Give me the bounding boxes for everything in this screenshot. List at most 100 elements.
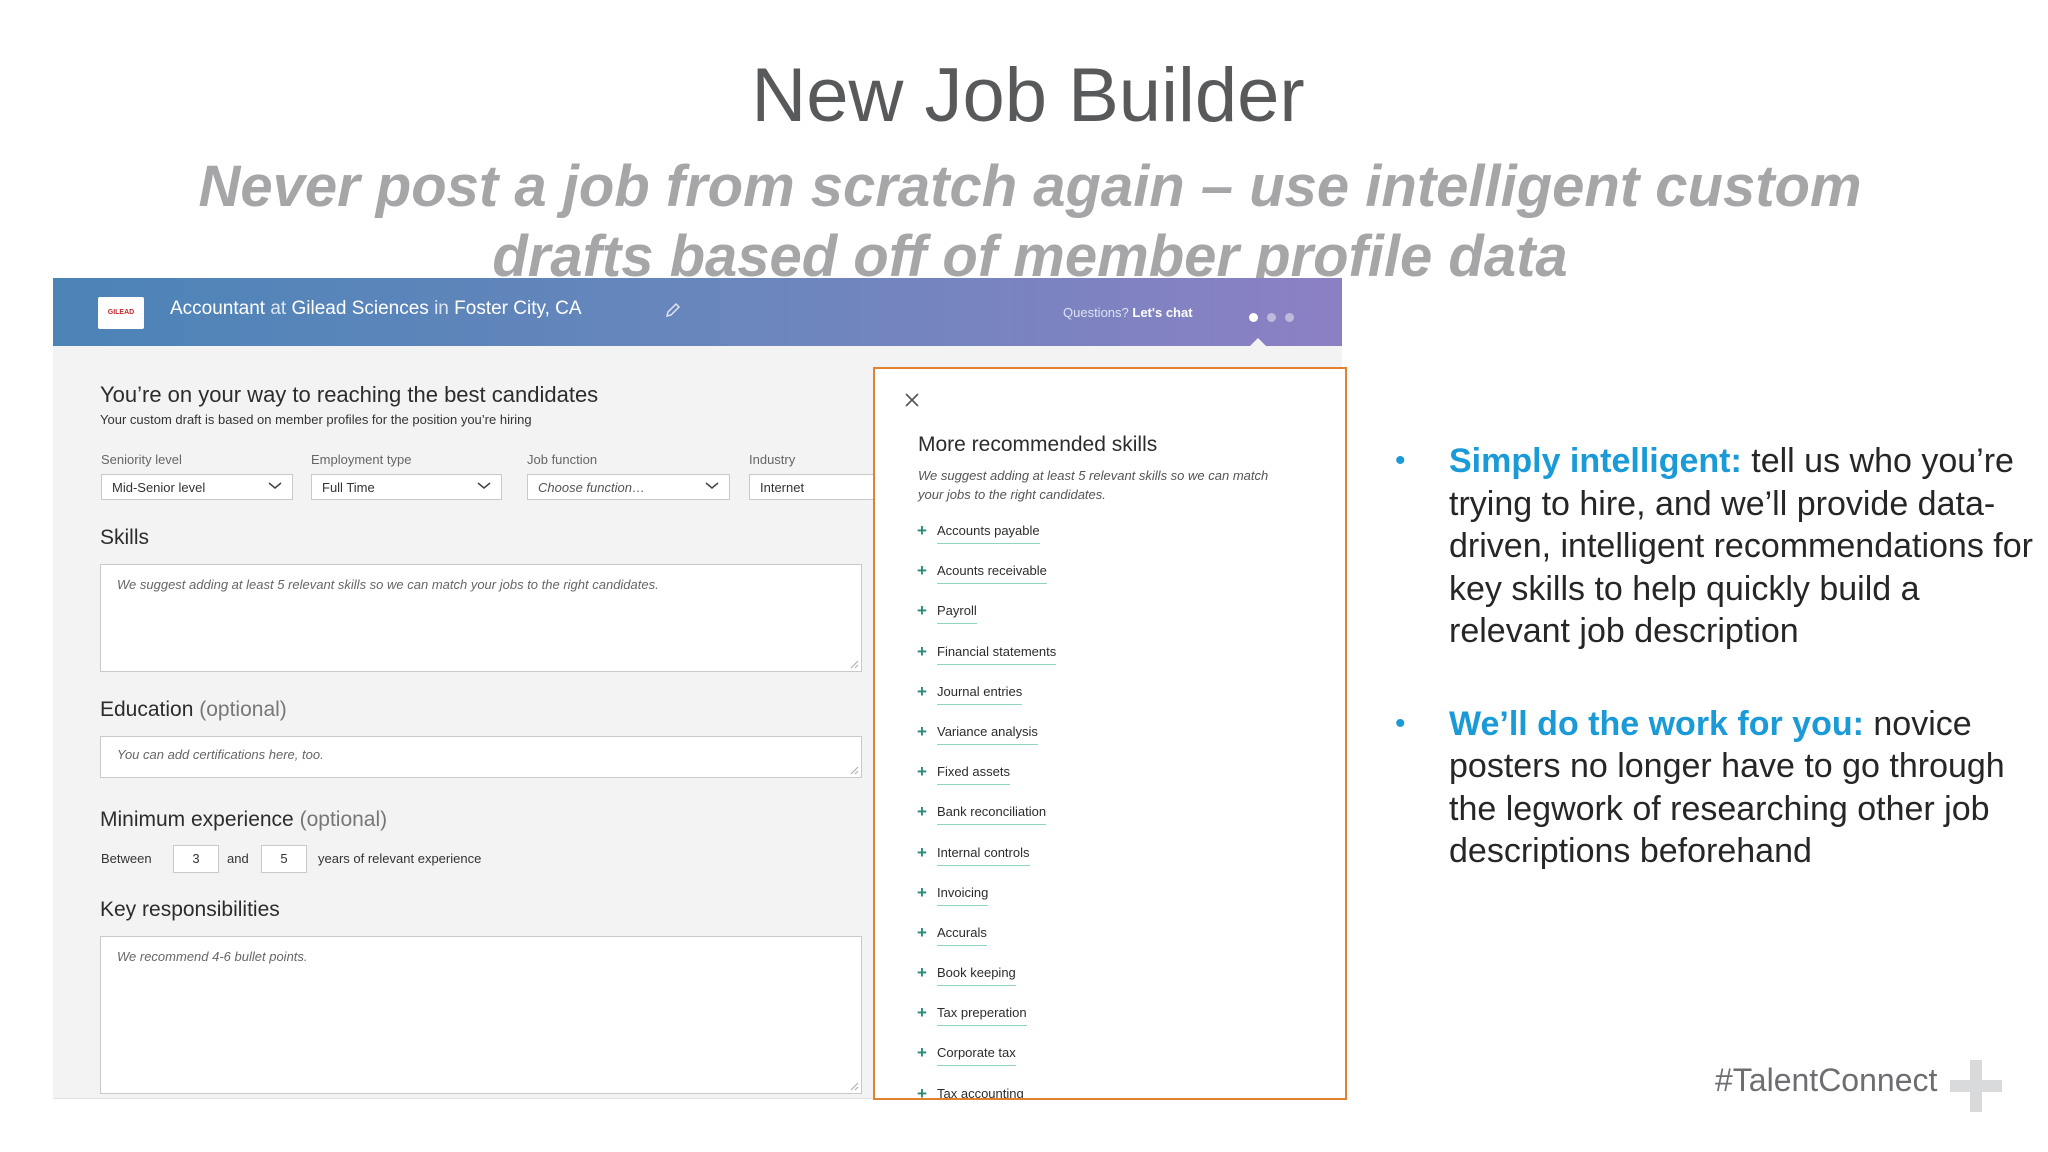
progress-dot <box>1267 313 1276 322</box>
recommended-skills-panel: More recommended skills We suggest addin… <box>873 367 1347 1100</box>
progress-dot <box>1249 313 1258 322</box>
bullet-lead: Simply intelligent: <box>1449 442 1742 480</box>
skill-name: Invoicing <box>937 885 989 906</box>
plus-icon: + <box>917 762 927 782</box>
job-role: Accountant <box>170 298 266 319</box>
plus-icon: + <box>917 721 927 741</box>
plus-icon: + <box>917 521 927 540</box>
job-company: Gilead Sciences <box>291 298 429 319</box>
max-experience-input[interactable]: 5 <box>261 845 307 873</box>
progress-dots <box>1249 309 1303 327</box>
plus-icon: + <box>917 601 927 621</box>
header-caret <box>1249 338 1267 347</box>
chevron-down-icon <box>705 482 719 489</box>
employment-label: Employment type <box>311 452 412 467</box>
intro-title: You’re on your way to reaching the best … <box>100 382 599 407</box>
bullet-dot: • <box>1395 444 1406 477</box>
app-header: GILEAD Accountant at Gilead Sciences in … <box>53 278 1342 347</box>
responsibilities-label: Key responsibilities <box>100 898 280 921</box>
plus-icon: + <box>917 561 927 581</box>
seniority-label: Seniority level <box>101 452 182 467</box>
industry-label: Industry <box>749 452 796 467</box>
footer-hashtag: #TalentConnect <box>1715 1062 1938 1098</box>
job-title: Accountant at Gilead Sciences in Foster … <box>170 298 582 320</box>
plus-icon: + <box>917 963 927 983</box>
experience-label: Minimum experience (optional) <box>100 808 387 832</box>
plus-icon: + <box>917 882 927 902</box>
skill-name: Variance analysis <box>937 724 1038 745</box>
plus-logo-icon <box>1950 1060 2002 1112</box>
plus-icon: + <box>917 641 927 661</box>
chat-link[interactable]: Questions? Let's chat <box>1063 305 1193 320</box>
skill-name: Internal controls <box>937 845 1030 866</box>
skill-name: Book keeping <box>937 965 1016 987</box>
resize-grip-icon[interactable] <box>849 659 859 669</box>
panel-subtitle: We suggest adding at least 5 relevant sk… <box>918 468 1269 502</box>
job-function-label: Job function <box>527 452 598 467</box>
education-title: Education <box>100 698 194 721</box>
skill-name: Tax accounting <box>937 1086 1024 1098</box>
intro-subtitle: Your custom draft is based on member pro… <box>100 412 532 427</box>
seniority-value: Mid-Senior level <box>112 480 206 495</box>
skill-name: Bank reconciliation <box>937 804 1047 826</box>
education-optional: (optional) <box>199 698 287 721</box>
plus-icon: + <box>917 1043 927 1063</box>
min-experience-input[interactable]: 3 <box>173 845 219 873</box>
skill-name: Payroll <box>937 603 977 625</box>
slide-subtitle: Never post a job from scratch again – us… <box>198 154 1862 282</box>
job-at: at <box>270 298 287 319</box>
experience-suffix: years of relevant experience <box>318 851 482 866</box>
skill-name: Corporate tax <box>937 1045 1016 1067</box>
edit-pencil-icon[interactable] <box>665 302 681 318</box>
responsibilities-placeholder: We recommend 4-6 bullet points. <box>117 949 308 964</box>
employment-select[interactable]: Full Time <box>311 474 502 500</box>
bullet-lead: We’ll do the work for you: <box>1449 704 1864 743</box>
education-placeholder: You can add certifications here, too. <box>117 747 324 762</box>
resize-grip-icon[interactable] <box>849 765 859 775</box>
responsibilities-textarea[interactable]: We recommend 4-6 bullet points. <box>100 936 862 1094</box>
progress-dot <box>1285 313 1294 322</box>
close-icon[interactable] <box>903 391 921 409</box>
skills-placeholder: We suggest adding at least 5 relevant sk… <box>117 577 659 592</box>
plus-icon: + <box>917 1003 927 1023</box>
skills-label: Skills <box>100 526 150 549</box>
skills-textarea[interactable]: We suggest adding at least 5 relevant sk… <box>100 564 862 672</box>
skill-name: Accounts payable <box>937 523 1040 544</box>
employment-value: Full Time <box>322 480 375 495</box>
plus-icon: + <box>917 922 927 942</box>
bullet-dot: • <box>1395 706 1406 740</box>
chevron-down-icon <box>477 482 491 489</box>
skill-name: Financial statements <box>937 644 1057 665</box>
skill-name: Journal entries <box>937 684 1023 705</box>
skill-name: Acounts receivable <box>937 563 1047 585</box>
bullet-simply-intelligent: • Simply intelligent: tell us who you’re… <box>1395 440 2035 653</box>
company-logo: GILEAD <box>98 297 144 329</box>
panel-title: More recommended skills <box>918 433 1158 456</box>
plus-icon: + <box>917 681 927 701</box>
industry-select[interactable]: Internet <box>749 474 889 500</box>
education-input[interactable]: You can add certifications here, too. <box>100 736 862 778</box>
plus-icon: + <box>917 842 927 862</box>
skill-name: Fixed assets <box>937 764 1010 786</box>
experience-optional: (optional) <box>299 808 388 831</box>
skill-name: Tax preperation <box>937 1005 1027 1027</box>
seniority-select[interactable]: Mid-Senior level <box>101 474 293 500</box>
resize-grip-icon[interactable] <box>849 1081 859 1091</box>
plus-icon: + <box>917 802 927 822</box>
job-in: in <box>434 298 449 319</box>
bullet-work-for-you: • We’ll do the work for you: novice post… <box>1395 703 2035 873</box>
industry-value: Internet <box>760 480 805 495</box>
skill-name: Accurals <box>937 925 987 946</box>
chat-label[interactable]: Let's chat <box>1132 305 1192 320</box>
between-label: Between <box>101 851 152 866</box>
questions-label: Questions? <box>1063 305 1129 320</box>
slide-title: New Job Builder <box>751 53 1305 138</box>
benefit-bullets: • Simply intelligent: tell us who you’re… <box>1395 440 2035 873</box>
job-function-value: Choose function… <box>538 480 645 495</box>
chevron-down-icon <box>268 482 282 489</box>
and-label: and <box>227 851 249 866</box>
job-location: Foster City, CA <box>454 298 582 319</box>
job-function-select[interactable]: Choose function… <box>527 474 730 500</box>
plus-icon: + <box>917 1083 927 1100</box>
education-label: Education (optional) <box>100 698 287 722</box>
